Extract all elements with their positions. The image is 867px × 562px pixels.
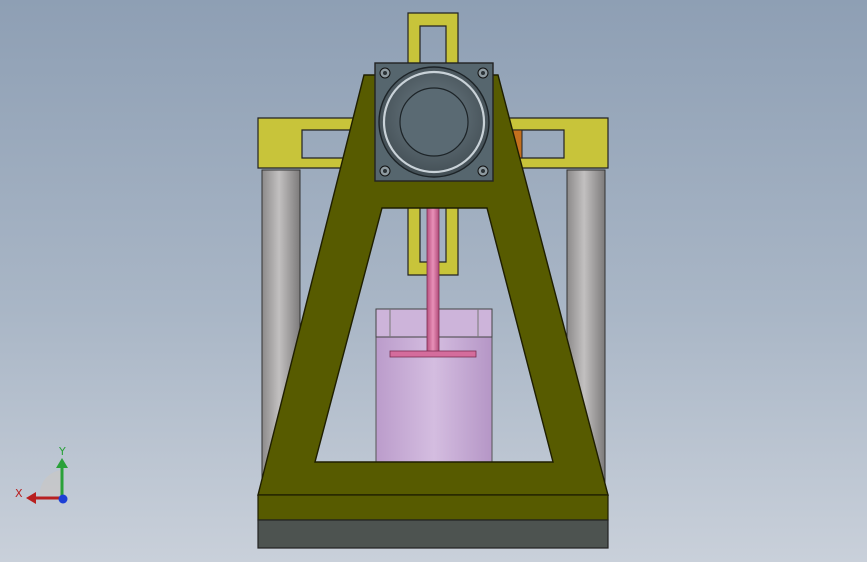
motor-shaft-face[interactable] (399, 87, 469, 157)
3d-viewport[interactable]: Y X (0, 0, 867, 562)
coordinate-triad: Y X (15, 445, 68, 504)
model-scene[interactable]: Y X (0, 0, 867, 562)
z-axis-dot (58, 494, 68, 504)
piston-plate[interactable] (389, 350, 477, 358)
x-axis-label: X (15, 487, 23, 500)
base-plate[interactable] (257, 494, 609, 521)
base-foot[interactable] (257, 519, 609, 549)
top-slot-plate[interactable] (407, 12, 459, 71)
y-axis-label: Y (58, 445, 66, 458)
piston-rod[interactable] (426, 204, 440, 354)
